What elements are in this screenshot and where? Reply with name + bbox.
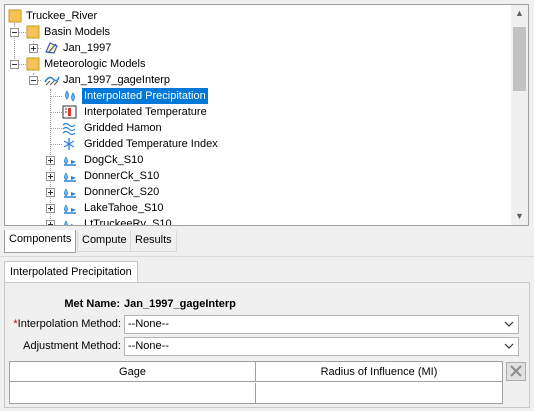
tab-results-label: Results [135, 234, 172, 246]
expand-icon[interactable] [46, 172, 55, 181]
met-model-icon [44, 76, 60, 86]
collapse-icon[interactable] [10, 28, 19, 37]
scroll-up-arrow-icon[interactable]: ▲ [511, 5, 528, 22]
met-name-value-text: Jan_1997_gageInterp [124, 298, 236, 310]
tab-interpolated-precipitation[interactable]: Interpolated Precipitation [4, 261, 138, 283]
column-header-gage[interactable]: Gage [10, 362, 256, 382]
interpolation-method-value: --None-- [128, 318, 169, 330]
tree-node-label: Interpolated Precipitation [82, 88, 208, 104]
scroll-down-arrow-icon[interactable]: ▼ [511, 208, 528, 225]
subbasin-icon [64, 220, 74, 225]
tree-node-label: Jan_1997 [63, 42, 112, 54]
adjustment-method-select[interactable]: --None-- [124, 337, 519, 356]
folder-icon [26, 25, 40, 39]
component-tree[interactable]: Truckee_River Basin Models Jan_1997 Mete… [4, 4, 529, 226]
table-cell[interactable] [10, 383, 256, 403]
expand-icon[interactable] [46, 188, 55, 197]
tree-node-label: LtTruckeeRv_S10 [84, 218, 172, 226]
chevron-down-icon[interactable] [503, 316, 515, 333]
editor-tab-label: Interpolated Precipitation [10, 266, 132, 278]
tree-node-label: Truckee_River [26, 10, 98, 22]
interpolation-method-label-text: Interpolation Method: [17, 318, 121, 330]
tree-node-label: DogCk_S10 [84, 154, 144, 166]
tree-node-label: LakeTahoe_S10 [84, 202, 164, 214]
expand-icon[interactable] [46, 220, 55, 225]
editor-scroll-area [506, 382, 526, 404]
tree-node-label: Meteorologic Models [44, 58, 146, 70]
tree-node-label: Basin Models [44, 26, 111, 38]
expand-icon[interactable] [46, 156, 55, 165]
adjustment-method-label-text: Adjustment Method: [23, 340, 121, 352]
hamon-icon [62, 122, 76, 135]
close-icon [510, 365, 522, 377]
adjustment-method-label: Adjustment Method: [8, 340, 121, 352]
tree-vertical-scrollbar[interactable]: ▲ ▼ [511, 5, 528, 225]
column-header-radius[interactable]: Radius of Influence (MI) [256, 362, 502, 382]
snowflake-icon [63, 138, 75, 150]
tab-compute[interactable]: Compute [77, 231, 132, 252]
delete-row-button[interactable] [506, 362, 526, 381]
basin-model-icon [45, 42, 58, 54]
collapse-icon[interactable] [29, 76, 38, 85]
table-cell[interactable] [256, 383, 502, 403]
subbasin-icon [64, 204, 76, 214]
tree-node-label: Gridded Hamon [84, 122, 162, 134]
folder-icon [26, 57, 40, 71]
tree-node-label: Gridded Temperature Index [84, 138, 218, 150]
tree-node-label: Jan_1997_gageInterp [63, 74, 171, 86]
adjustment-method-value: --None-- [128, 340, 169, 352]
tab-components[interactable]: Components [4, 230, 77, 253]
subbasin-icon [64, 156, 76, 166]
tab-components-label: Components [9, 233, 72, 245]
collapse-icon[interactable] [10, 60, 19, 69]
subbasin-icon [64, 188, 76, 198]
precipitation-icon [65, 90, 75, 102]
tree-node-label: Interpolated Temperature [84, 106, 207, 118]
tree-node-label: DonnerCk_S20 [84, 186, 160, 198]
tab-results[interactable]: Results [130, 231, 177, 252]
met-name-label-text: Met Name: [64, 298, 120, 310]
chevron-down-icon[interactable] [503, 338, 515, 355]
gage-table[interactable]: Gage Radius of Influence (MI) [9, 361, 503, 404]
folder-icon [8, 9, 22, 23]
met-name-label: Met Name: [12, 298, 120, 310]
scroll-thumb[interactable] [513, 27, 526, 91]
tree-node-label: DonnerCk_S10 [84, 170, 160, 182]
panel-divider[interactable] [0, 256, 534, 257]
interpolation-method-select[interactable]: --None-- [124, 315, 519, 334]
expand-icon[interactable] [29, 44, 38, 53]
subbasin-icon [64, 172, 76, 182]
expand-icon[interactable] [46, 204, 55, 213]
met-name-value: Jan_1997_gageInterp [124, 298, 236, 310]
interpolation-method-label: *Interpolation Method: [8, 318, 121, 330]
temperature-icon [62, 105, 77, 119]
tab-compute-label: Compute [82, 234, 127, 246]
